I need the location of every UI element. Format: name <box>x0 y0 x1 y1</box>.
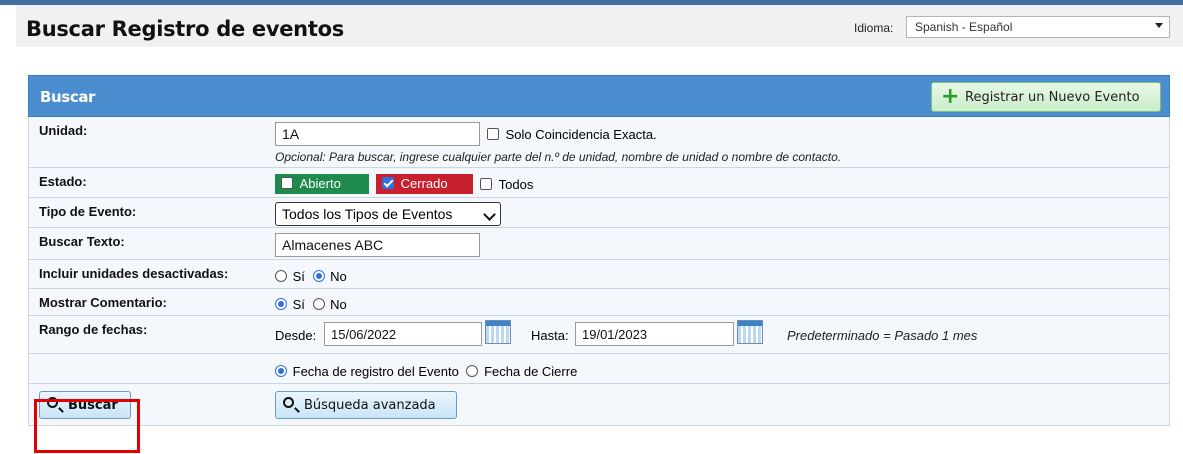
event-date-radio[interactable] <box>275 365 287 377</box>
unit-input[interactable]: 1A <box>275 122 480 146</box>
date-range-row: Rango de fechas: Desde: 15/06/2022 Hasta… <box>29 316 1169 354</box>
unit-hint: Opcional: Para buscar, ingrese cualquier… <box>275 150 842 164</box>
include-inactive-row: Incluir unidades desactivadas: Sí No <box>29 260 1169 289</box>
show-comment-row: Mostrar Comentario: Sí No <box>29 289 1169 316</box>
status-open-label: Abierto <box>299 176 341 191</box>
show-comment-no-label: No <box>330 297 347 312</box>
event-type-value: Todos los Tipos de Eventos <box>282 206 453 222</box>
plus-icon: + <box>941 84 960 109</box>
exact-match-label: Solo Coincidencia Exacta. <box>505 127 657 142</box>
status-label: Estado: <box>39 174 87 189</box>
date-type-row: Fecha de registro del Evento Fecha de Ci… <box>29 354 1169 384</box>
chevron-down-icon <box>1155 23 1163 28</box>
search-icon <box>283 397 294 408</box>
advanced-search-button-label: Búsqueda avanzada <box>304 398 436 413</box>
language-select-value: Spanish - Español <box>915 20 1013 34</box>
include-inactive-label: Incluir unidades desactivadas: <box>39 266 229 281</box>
status-all-checkbox[interactable] <box>480 178 492 190</box>
close-date-radio[interactable] <box>466 365 479 377</box>
new-event-button-label: Registrar un Nuevo Evento <box>965 90 1140 105</box>
search-text-input[interactable]: Almacenes ABC <box>275 233 480 257</box>
from-label: Desde: <box>275 328 317 343</box>
include-inactive-no-label: No <box>330 269 347 284</box>
panel-header: Buscar + Registrar un Nuevo Evento <box>28 75 1170 117</box>
include-inactive-yes-radio[interactable] <box>275 270 287 282</box>
show-comment-yes-label: Sí <box>292 297 305 312</box>
status-all-label: Todos <box>498 177 534 192</box>
search-text-label: Buscar Texto: <box>39 234 125 249</box>
search-button-highlight <box>34 399 140 453</box>
show-comment-yes-radio[interactable] <box>275 298 287 310</box>
show-comment-no-radio[interactable] <box>312 298 325 310</box>
date-range-label: Rango de fechas: <box>39 322 148 337</box>
page-title: Buscar Registro de eventos <box>26 17 344 41</box>
search-form: Unidad: 1A Solo Coincidencia Exacta. Opc… <box>28 117 1170 426</box>
language-select[interactable]: Spanish - Español <box>906 16 1170 38</box>
include-inactive-yes-label: Sí <box>292 269 305 284</box>
to-date-input[interactable]: 19/01/2023 <box>575 322 734 346</box>
status-closed-checkbox[interactable] <box>382 177 394 189</box>
status-closed-label: Cerrado <box>400 176 448 191</box>
language-label: Idioma: <box>854 21 894 35</box>
from-date-input[interactable]: 15/06/2022 <box>324 322 482 346</box>
search-panel: Buscar + Registrar un Nuevo Evento Unida… <box>28 75 1170 450</box>
exact-match-checkbox[interactable] <box>487 128 499 140</box>
show-comment-label: Mostrar Comentario: <box>39 295 167 310</box>
calendar-icon[interactable] <box>737 320 763 344</box>
close-date-label: Fecha de Cierre <box>484 364 578 379</box>
unit-row: Unidad: 1A Solo Coincidencia Exacta. Opc… <box>29 117 1169 168</box>
include-inactive-no-radio[interactable] <box>312 270 325 282</box>
status-open-checkbox[interactable] <box>281 177 293 189</box>
status-open-option[interactable]: Abierto <box>275 174 369 194</box>
event-type-row: Tipo de Evento: Todos los Tipos de Event… <box>29 198 1169 228</box>
panel-title: Buscar <box>40 88 96 106</box>
search-text-row: Buscar Texto: Almacenes ABC <box>29 228 1169 260</box>
new-event-button[interactable]: + Registrar un Nuevo Evento <box>931 82 1161 112</box>
event-type-label: Tipo de Evento: <box>39 204 137 219</box>
status-row: Estado: Abierto Cerrado Todos <box>29 168 1169 198</box>
event-date-label: Fecha de registro del Evento <box>292 364 459 379</box>
to-label: Hasta: <box>531 328 569 343</box>
unit-label: Unidad: <box>39 123 88 138</box>
page-header: Buscar Registro de eventos Idioma: Spani… <box>16 5 1183 47</box>
status-closed-option[interactable]: Cerrado <box>376 174 473 194</box>
actions-row: Buscar Búsqueda avanzada <box>29 384 1169 426</box>
default-range-hint: Predeterminado = Pasado 1 mes <box>787 328 978 343</box>
event-type-select[interactable]: Todos los Tipos de Eventos <box>275 202 501 226</box>
chevron-down-icon <box>483 208 496 221</box>
advanced-search-button[interactable]: Búsqueda avanzada <box>275 391 457 419</box>
calendar-icon[interactable] <box>485 320 511 344</box>
